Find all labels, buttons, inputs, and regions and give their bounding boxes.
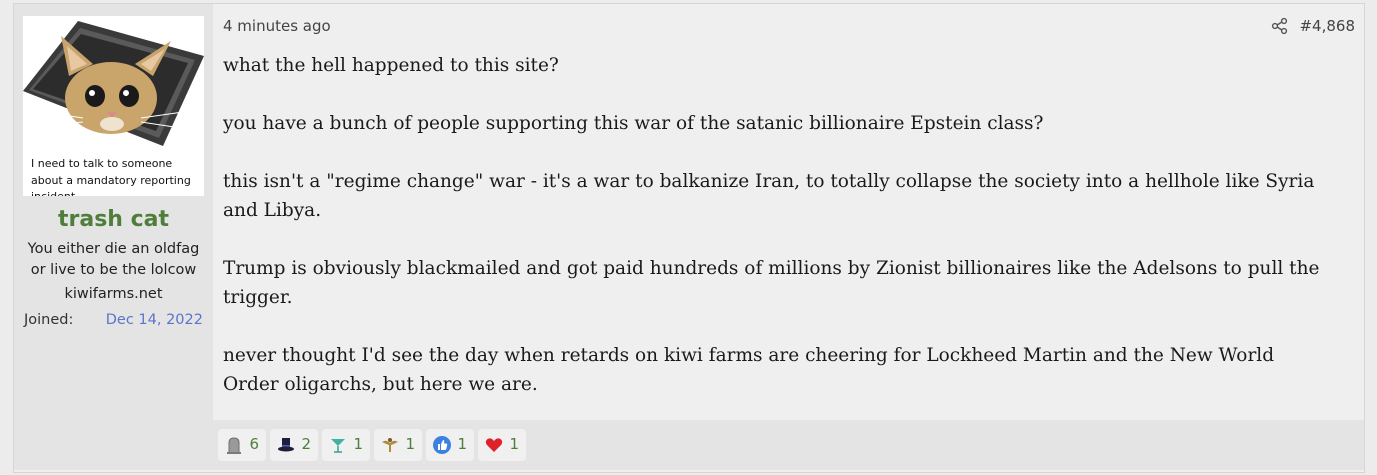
share-icon[interactable] — [1271, 17, 1289, 35]
post-number-link[interactable]: #4,868 — [1299, 17, 1355, 35]
post-paragraph: never thought I'd see the day when retar… — [223, 345, 1275, 395]
thumbs-up-icon — [433, 436, 451, 454]
reaction-cocktail[interactable]: 1 — [322, 429, 370, 461]
reaction-count: 6 — [249, 435, 259, 453]
post-paragraph: Trump is obviously blackmailed and got p… — [223, 258, 1320, 308]
post-paragraph: what the hell happened to this site? — [223, 55, 559, 76]
avatar[interactable]: I need to talk to someone about a mandat… — [23, 16, 204, 196]
user-info-panel: I need to talk to someone about a mandat… — [14, 4, 213, 470]
reaction-love[interactable]: 1 — [478, 429, 526, 461]
post-paragraph: this isn't a "regime change" war - it's … — [223, 171, 1315, 221]
top-hat-icon — [278, 438, 294, 452]
post-content: what the hell happened to this site? you… — [223, 51, 1333, 428]
reaction-count: 2 — [301, 435, 311, 453]
reaction-tombstone[interactable]: 6 — [218, 429, 266, 461]
reaction-count: 1 — [405, 435, 415, 453]
user-site: kiwifarms.net — [64, 286, 163, 302]
cat-avatar-image — [23, 21, 204, 146]
reaction-eagle[interactable]: 1 — [374, 429, 422, 461]
joined-label: Joined: — [24, 312, 74, 328]
reaction-count: 1 — [353, 435, 363, 453]
forum-post: I need to talk to someone about a mandat… — [13, 3, 1365, 473]
reaction-count: 1 — [457, 435, 467, 453]
avatar-caption: I need to talk to someone about a mandat… — [31, 157, 191, 196]
eagle-icon — [382, 438, 398, 452]
cocktail-icon — [331, 439, 345, 453]
reaction-like[interactable]: 1 — [426, 429, 474, 461]
reactions-bar: 6 2 1 1 1 1 — [213, 420, 1364, 470]
heart-icon — [485, 438, 503, 452]
joined-date[interactable]: Dec 14, 2022 — [106, 312, 203, 328]
username[interactable]: trash cat — [14, 207, 213, 232]
post-timestamp[interactable]: 4 minutes ago — [223, 17, 331, 35]
post-paragraph: you have a bunch of people supporting th… — [223, 113, 1044, 134]
user-title: You either die an oldfag or live to be t… — [27, 241, 200, 278]
reaction-count: 1 — [509, 435, 519, 453]
reaction-top-hat[interactable]: 2 — [270, 429, 318, 461]
tombstone-icon — [227, 437, 241, 454]
